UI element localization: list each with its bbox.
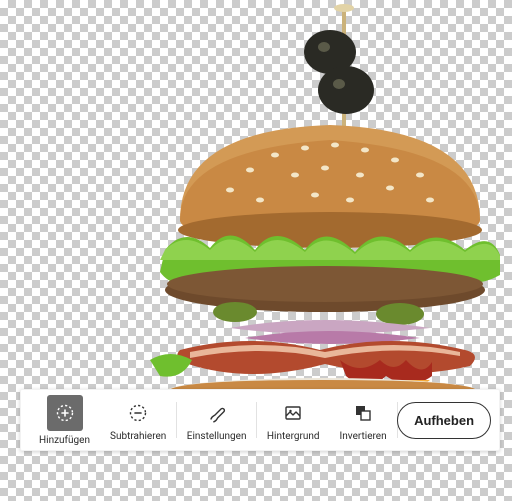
add-selection-button[interactable]: Hinzufügen xyxy=(29,390,100,450)
background-button[interactable]: Hintergrund xyxy=(257,390,330,450)
subject-image xyxy=(110,0,510,410)
subtract-selection-icon xyxy=(124,399,152,427)
tool-label: Hintergrund xyxy=(267,431,320,442)
tool-label: Subtrahieren xyxy=(110,431,166,442)
tool-label: Hinzufügen xyxy=(39,435,90,446)
cancel-button[interactable]: Aufheben xyxy=(397,402,491,439)
settings-button[interactable]: Einstellungen xyxy=(177,390,257,450)
brush-icon xyxy=(203,399,231,427)
tool-label: Einstellungen xyxy=(187,431,247,442)
image-icon xyxy=(279,399,307,427)
subtract-selection-button[interactable]: Subtrahieren xyxy=(100,390,176,450)
editor-canvas[interactable]: Hinzufügen Subtrahieren Einstellungen xyxy=(0,0,512,501)
selection-toolbar: Hinzufügen Subtrahieren Einstellungen xyxy=(20,389,500,451)
invert-button[interactable]: Invertieren xyxy=(330,390,397,450)
add-selection-icon xyxy=(47,395,83,431)
tool-label: Invertieren xyxy=(340,431,387,442)
invert-icon xyxy=(349,399,377,427)
